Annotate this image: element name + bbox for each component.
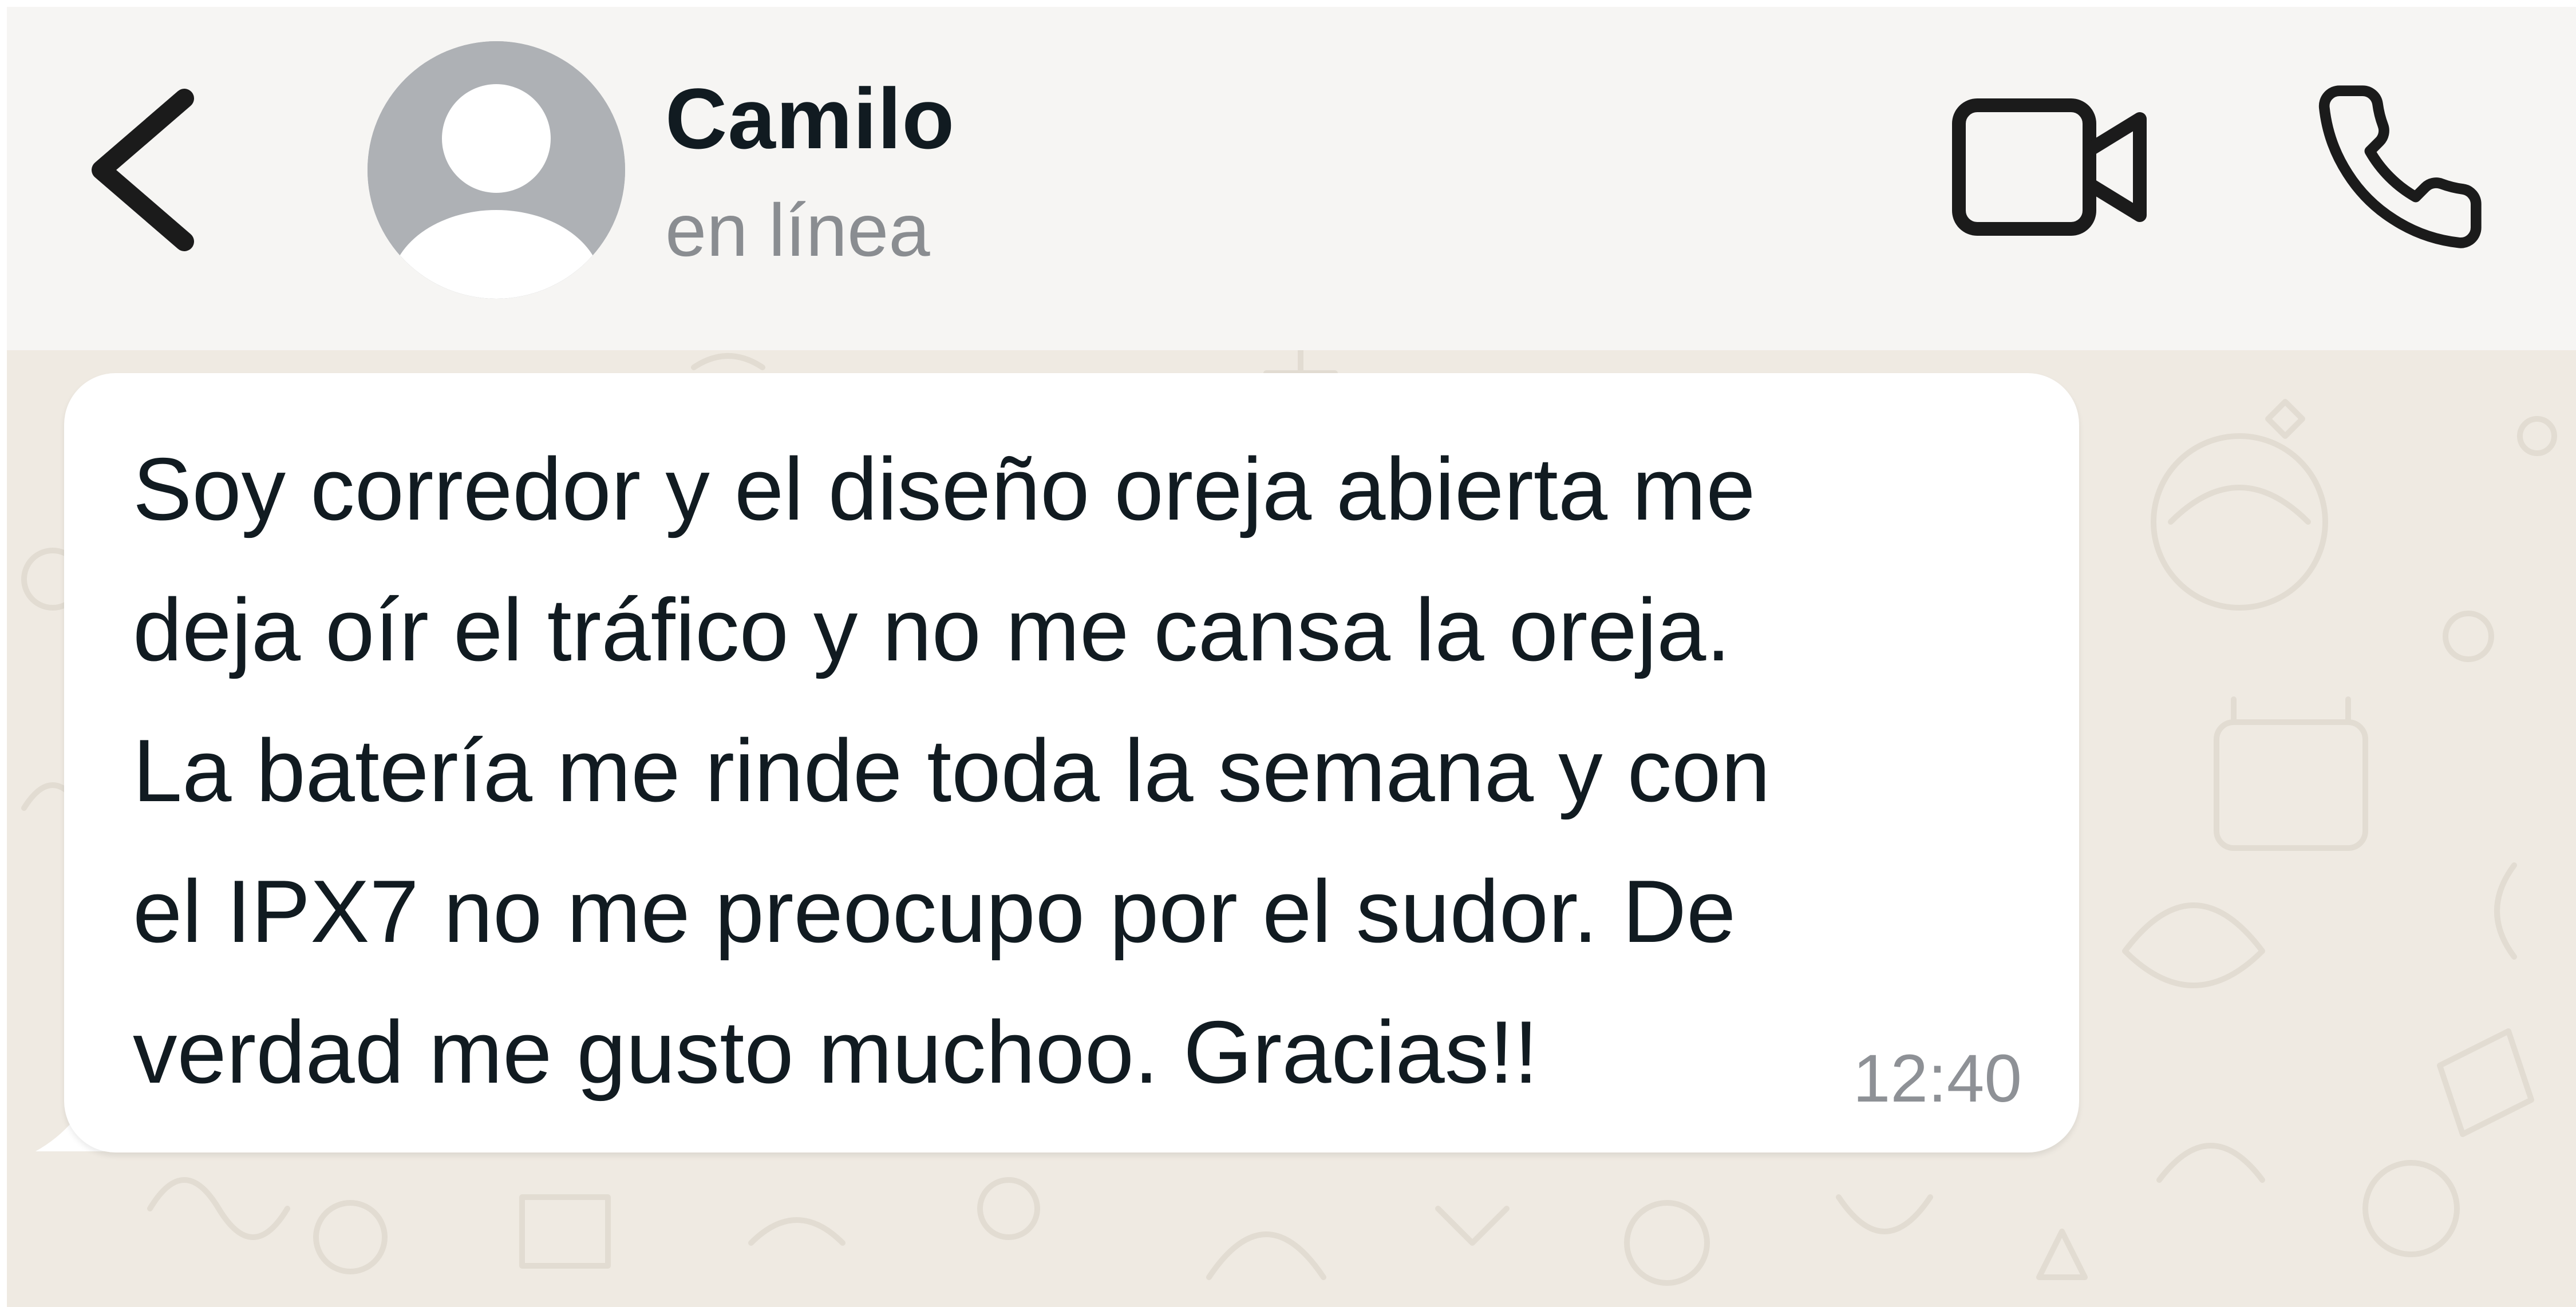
- message-text: Soy corredor y el diseño oreja abierta m…: [133, 439, 1771, 1102]
- message-timestamp: 12:40: [1852, 1041, 2022, 1116]
- back-button[interactable]: [76, 87, 202, 253]
- video-call-button[interactable]: [1947, 93, 2154, 241]
- voice-call-button[interactable]: [2302, 76, 2497, 259]
- chat-window: Camilo en línea Soy corredor y el diseño…: [7, 7, 2576, 1307]
- chat-area[interactable]: Soy corredor y el diseño oreja abierta m…: [7, 350, 2576, 1307]
- chevron-left-icon: [92, 89, 194, 251]
- contact-status: en línea: [665, 188, 930, 272]
- incoming-message-bubble[interactable]: Soy corredor y el diseño oreja abierta m…: [64, 373, 2079, 1152]
- video-camera-icon: [1952, 98, 2147, 236]
- default-user-avatar-icon: [368, 41, 625, 299]
- phone-icon: [2318, 85, 2482, 248]
- avatar[interactable]: [368, 41, 625, 299]
- chat-header: Camilo en línea: [7, 7, 2576, 350]
- contact-name[interactable]: Camilo: [665, 76, 955, 161]
